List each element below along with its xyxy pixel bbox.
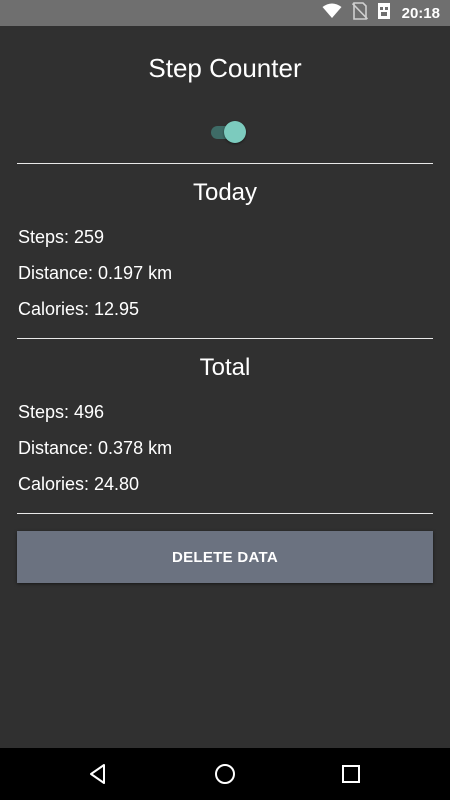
toggle-thumb: [224, 121, 246, 143]
wifi-icon: [322, 3, 342, 24]
back-icon[interactable]: [85, 761, 111, 787]
today-calories: Calories: 12.95: [18, 299, 140, 319]
status-bar: 20:18: [0, 0, 450, 26]
divider: [17, 338, 433, 339]
home-icon[interactable]: [212, 761, 238, 787]
total-calories: Calories: 24.80: [18, 474, 140, 494]
today-heading: Today: [192, 179, 258, 206]
total-heading: Total: [199, 354, 251, 381]
screen: 20:18 Step Counter Today Steps: 259 Dist…: [0, 0, 450, 800]
delete-data-button[interactable]: DELETE DATA: [17, 531, 433, 583]
divider: [17, 163, 433, 164]
divider: [17, 513, 433, 514]
navigation-bar: [0, 748, 450, 800]
total-distance: Distance: 0.378 km: [18, 438, 173, 458]
step-tracking-toggle[interactable]: [211, 121, 247, 143]
total-steps: Steps: 496: [18, 402, 105, 422]
recents-icon[interactable]: [338, 761, 364, 787]
sd-card-icon: [377, 2, 390, 24]
status-time: 20:18: [401, 4, 440, 22]
main-content: Step Counter Today Steps: 259 Distance: …: [0, 26, 450, 748]
today-steps: Steps: 259: [18, 227, 105, 247]
no-signal-icon: [351, 1, 368, 25]
status-icons: 20:18: [322, 0, 440, 26]
today-distance: Distance: 0.197 km: [18, 263, 173, 283]
app-title: Step Counter: [148, 53, 302, 83]
